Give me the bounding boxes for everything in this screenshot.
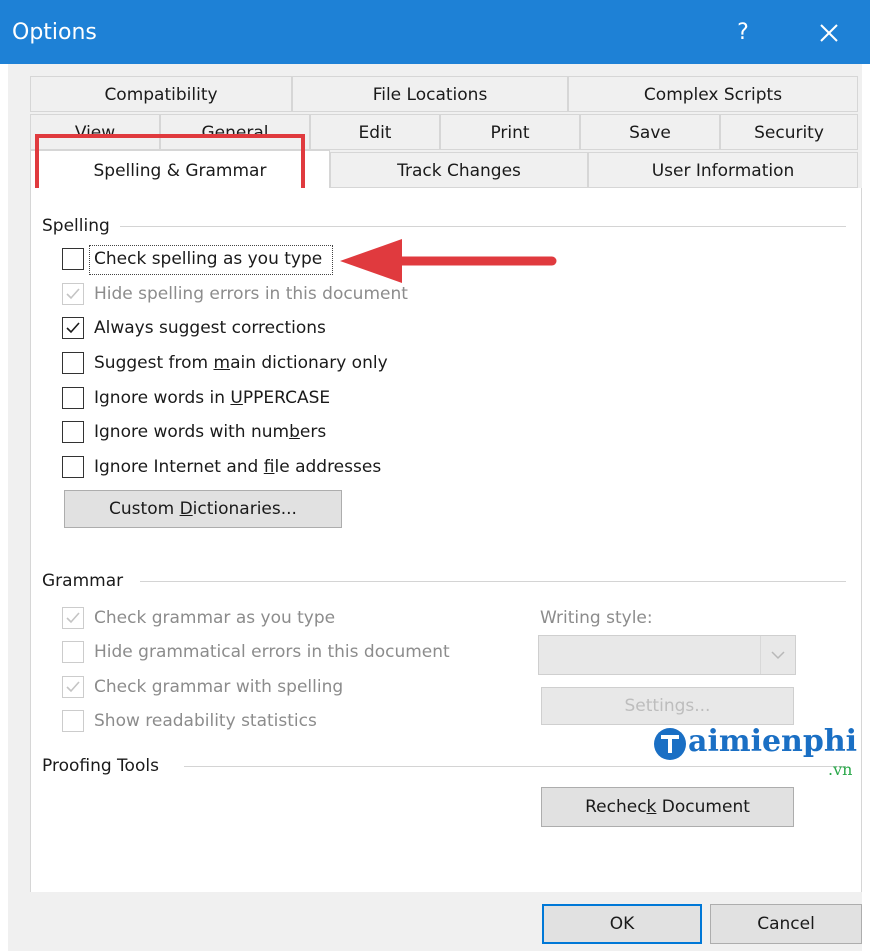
window-title: Options bbox=[12, 20, 97, 45]
tab-edit[interactable]: Edit bbox=[310, 114, 440, 150]
check-grammar-label: Check grammar as you type bbox=[94, 608, 336, 628]
ok-button[interactable]: OK bbox=[542, 904, 702, 944]
hide-grammar-label: Hide grammatical errors in this document bbox=[94, 642, 450, 662]
checkmark-icon bbox=[66, 288, 80, 300]
close-icon bbox=[820, 24, 838, 42]
watermark-tld: .vn bbox=[828, 760, 853, 779]
ignore-numbers-checkbox[interactable] bbox=[62, 421, 84, 443]
recheck-document-button[interactable]: Recheck Document bbox=[541, 787, 794, 827]
custom-dictionaries-button[interactable]: Custom Dictionaries... bbox=[64, 490, 342, 528]
cancel-button[interactable]: Cancel bbox=[710, 904, 862, 944]
ignore-uppercase-label[interactable]: Ignore words in UPPERCASE bbox=[94, 388, 330, 408]
watermark-logo: aimienphi .vn bbox=[652, 724, 862, 790]
grammar-group-title: Grammar bbox=[42, 571, 124, 591]
writing-style-select bbox=[538, 635, 796, 675]
title-bar: Options ? bbox=[0, 0, 870, 64]
always-suggest-checkbox[interactable] bbox=[62, 317, 84, 339]
grammar-with-spelling-checkbox bbox=[62, 676, 84, 698]
ignore-numbers-label[interactable]: Ignore words with numbers bbox=[94, 422, 326, 442]
tab-file-locations[interactable]: File Locations bbox=[292, 76, 568, 112]
writing-style-label: Writing style: bbox=[540, 608, 653, 628]
tab-save[interactable]: Save bbox=[580, 114, 720, 150]
ignore-uppercase-checkbox[interactable] bbox=[62, 387, 84, 409]
proofing-group-title: Proofing Tools bbox=[42, 756, 159, 776]
hide-spelling-checkbox bbox=[62, 283, 84, 305]
grammar-with-spelling-label: Check grammar with spelling bbox=[94, 677, 344, 697]
tab-security[interactable]: Security bbox=[720, 114, 858, 150]
tab-print[interactable]: Print bbox=[440, 114, 580, 150]
ignore-internet-checkbox[interactable] bbox=[62, 456, 84, 478]
tab-track-changes[interactable]: Track Changes bbox=[330, 152, 588, 188]
readability-checkbox bbox=[62, 710, 84, 732]
settings-button: Settings... bbox=[541, 687, 794, 725]
checkmark-icon bbox=[66, 322, 80, 334]
hide-grammar-checkbox bbox=[62, 641, 84, 663]
chevron-down-icon bbox=[771, 651, 785, 660]
watermark-t-icon bbox=[654, 728, 686, 760]
checkmark-icon bbox=[66, 681, 80, 693]
close-button[interactable] bbox=[810, 14, 848, 52]
spelling-group-title: Spelling bbox=[42, 216, 110, 236]
spelling-divider bbox=[120, 226, 846, 227]
annotation-arrow bbox=[340, 239, 557, 283]
check-spelling-checkbox[interactable] bbox=[62, 248, 84, 270]
check-spelling-label[interactable]: Check spelling as you type bbox=[94, 249, 322, 269]
main-dictionary-checkbox[interactable] bbox=[62, 352, 84, 374]
ignore-internet-label[interactable]: Ignore Internet and file addresses bbox=[94, 457, 381, 477]
grammar-divider bbox=[140, 581, 846, 582]
hide-spelling-label: Hide spelling errors in this document bbox=[94, 284, 408, 304]
always-suggest-label[interactable]: Always suggest corrections bbox=[94, 318, 326, 338]
tab-complex-scripts[interactable]: Complex Scripts bbox=[568, 76, 858, 112]
dropdown-toggle bbox=[760, 636, 795, 674]
watermark-name: aimienphi bbox=[688, 724, 858, 759]
highlight-box bbox=[35, 134, 305, 194]
tab-user-information[interactable]: User Information bbox=[588, 152, 858, 188]
main-dictionary-label[interactable]: Suggest from main dictionary only bbox=[94, 353, 388, 373]
check-grammar-checkbox bbox=[62, 607, 84, 629]
checkmark-icon bbox=[66, 612, 80, 624]
tab-compatibility[interactable]: Compatibility bbox=[30, 76, 292, 112]
help-button[interactable]: ? bbox=[726, 16, 760, 50]
readability-label: Show readability statistics bbox=[94, 711, 317, 731]
